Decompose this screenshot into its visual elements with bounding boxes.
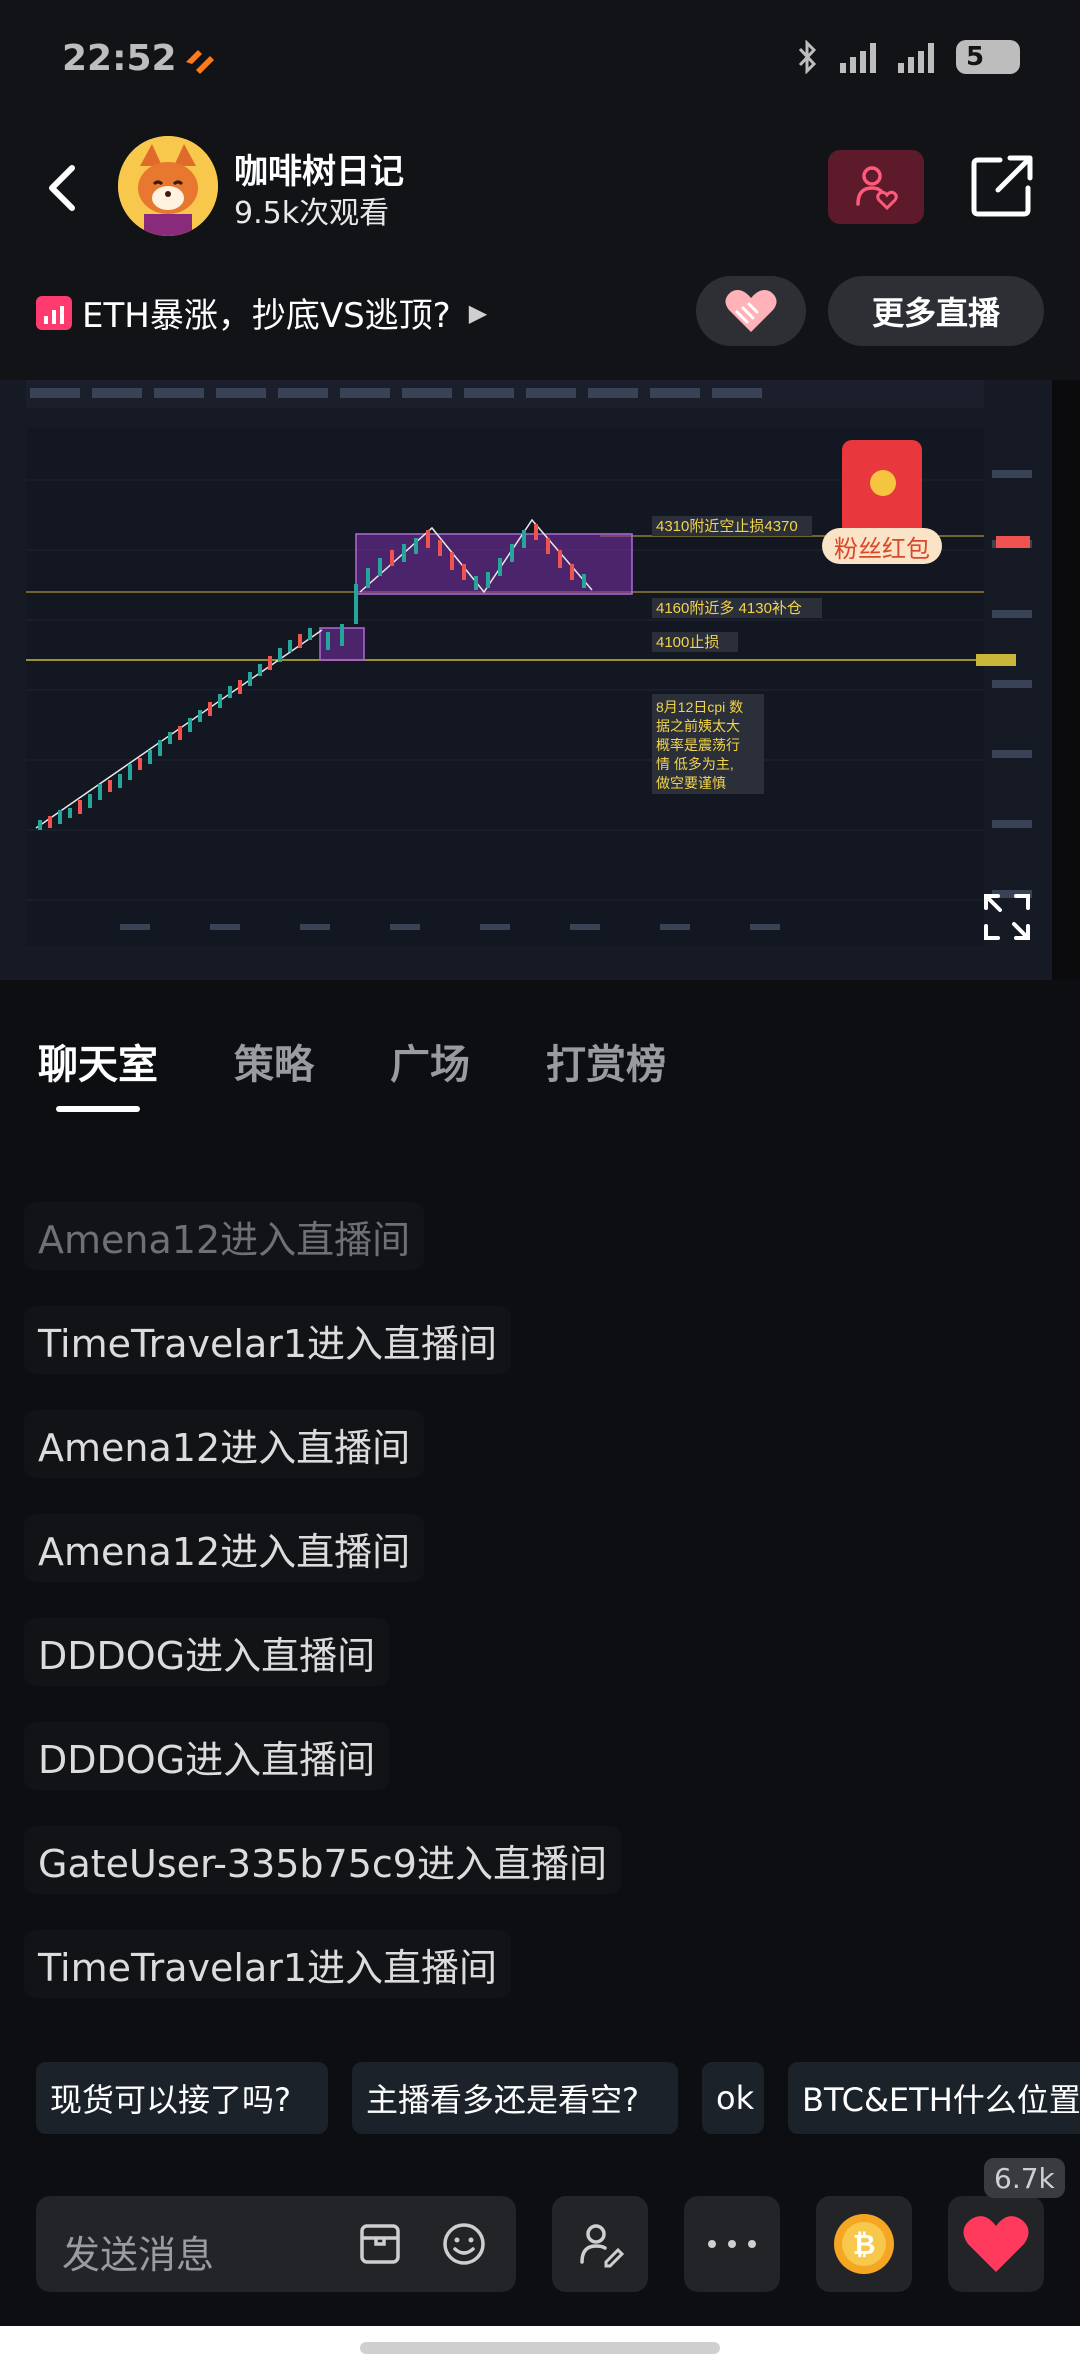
live-topic[interactable]: ETH暴涨，抄底VS逃顶? ▶ (36, 288, 487, 337)
emoji-icon[interactable] (440, 2220, 488, 2268)
app-flame-icon (186, 50, 214, 74)
view-count: 9.5k次观看 (234, 196, 390, 231)
chat-message: TimeTravelar1进入直播间 (24, 1930, 511, 1998)
more-live-button[interactable]: 更多直播 (828, 276, 1044, 346)
annotation-stop-loss: 4100止损 (656, 634, 719, 651)
home-indicator[interactable] (360, 2342, 720, 2354)
play-arrow-icon: ▶ (468, 298, 488, 327)
annotation-note-line: 做空要谨慎 (656, 775, 726, 791)
handshake-like-button[interactable] (696, 276, 806, 346)
coin-icon (870, 470, 896, 496)
bluetooth-icon (798, 40, 817, 74)
like-heart-button[interactable] (948, 2196, 1044, 2292)
like-count-badge: 6.7k (984, 2158, 1065, 2198)
red-packet-label[interactable]: 粉丝红包 (822, 528, 942, 564)
message-input-placeholder: 发送消息 (62, 2233, 215, 2277)
quick-reply[interactable]: BTC&ETH什么位置 (788, 2062, 1080, 2134)
user-edit-icon (580, 2224, 624, 2268)
chat-message: DDDOG进入直播间 (24, 1618, 389, 1686)
tab-reward-ranking[interactable]: 打赏榜 (546, 1032, 666, 1090)
bar-chart-icon (36, 295, 72, 330)
red-packet-button[interactable] (842, 440, 922, 536)
tab-chat[interactable]: 聊天室 (38, 1032, 158, 1090)
status-bar: 22:52 5 (0, 0, 1080, 120)
battery-icon: 5 (956, 40, 1020, 74)
quick-reply[interactable]: 主播看多还是看空? (352, 2062, 678, 2134)
annotation-note-line: 8月12日cpi 数 (656, 699, 743, 715)
heart-hands-icon (725, 290, 777, 332)
user-manage-button[interactable] (552, 2196, 648, 2292)
annotation-note-line: 情 低多为主, (656, 756, 734, 772)
annotation-long-zone: 4160附近多 4130补仓 (656, 600, 802, 617)
signal-5g-icon (898, 41, 934, 73)
card-box-icon[interactable] (356, 2220, 404, 2268)
quick-reply[interactable]: ok (702, 2062, 764, 2134)
chat-message: Amena12进入直播间 (24, 1410, 424, 1478)
follow-button[interactable] (828, 150, 924, 224)
tab-indicator (56, 1106, 140, 1112)
annotation-short-zone: 4310附近空止损4370 (656, 518, 798, 535)
share-button[interactable] (970, 152, 1036, 218)
chat-message: Amena12进入直播间 (24, 1514, 424, 1582)
message-input[interactable]: 发送消息 (36, 2196, 516, 2292)
fullscreen-icon[interactable] (982, 892, 1032, 942)
host-name: 咖啡树日记 (234, 152, 404, 192)
status-icons: 5 (796, 40, 1020, 74)
annotation-note-line: 据之前姨太大 (656, 718, 740, 734)
annotation-note-line: 概率是震荡行 (656, 737, 740, 753)
user-heart-icon (856, 166, 898, 210)
chat-message: GateUser-335b75c9进入直播间 (24, 1826, 621, 1894)
host-avatar[interactable] (118, 136, 218, 236)
fox-avatar-icon (118, 136, 218, 236)
tab-strategy[interactable]: 策略 (234, 1032, 314, 1090)
chat-message: DDDOG进入直播间 (24, 1722, 389, 1790)
chat-message: Amena12进入直播间 (24, 1202, 424, 1270)
status-time: 22:52 (62, 38, 177, 79)
tab-square[interactable]: 广场 (390, 1032, 470, 1090)
bitcoin-coin-icon: ₿ (834, 2214, 894, 2274)
chat-message: TimeTravelar1进入直播间 (24, 1306, 511, 1374)
quick-reply[interactable]: 现货可以接了吗? (36, 2062, 328, 2134)
more-dots-icon (708, 2240, 756, 2248)
more-button[interactable] (684, 2196, 780, 2292)
heart-icon (963, 2216, 1029, 2272)
svg-text:₿: ₿ (853, 2229, 876, 2260)
gift-coin-button[interactable]: ₿ (816, 2196, 912, 2292)
topic-title: ETH暴涨，抄底VS逃顶? (82, 296, 451, 336)
back-button[interactable] (42, 160, 82, 216)
signal-icon (840, 41, 876, 73)
